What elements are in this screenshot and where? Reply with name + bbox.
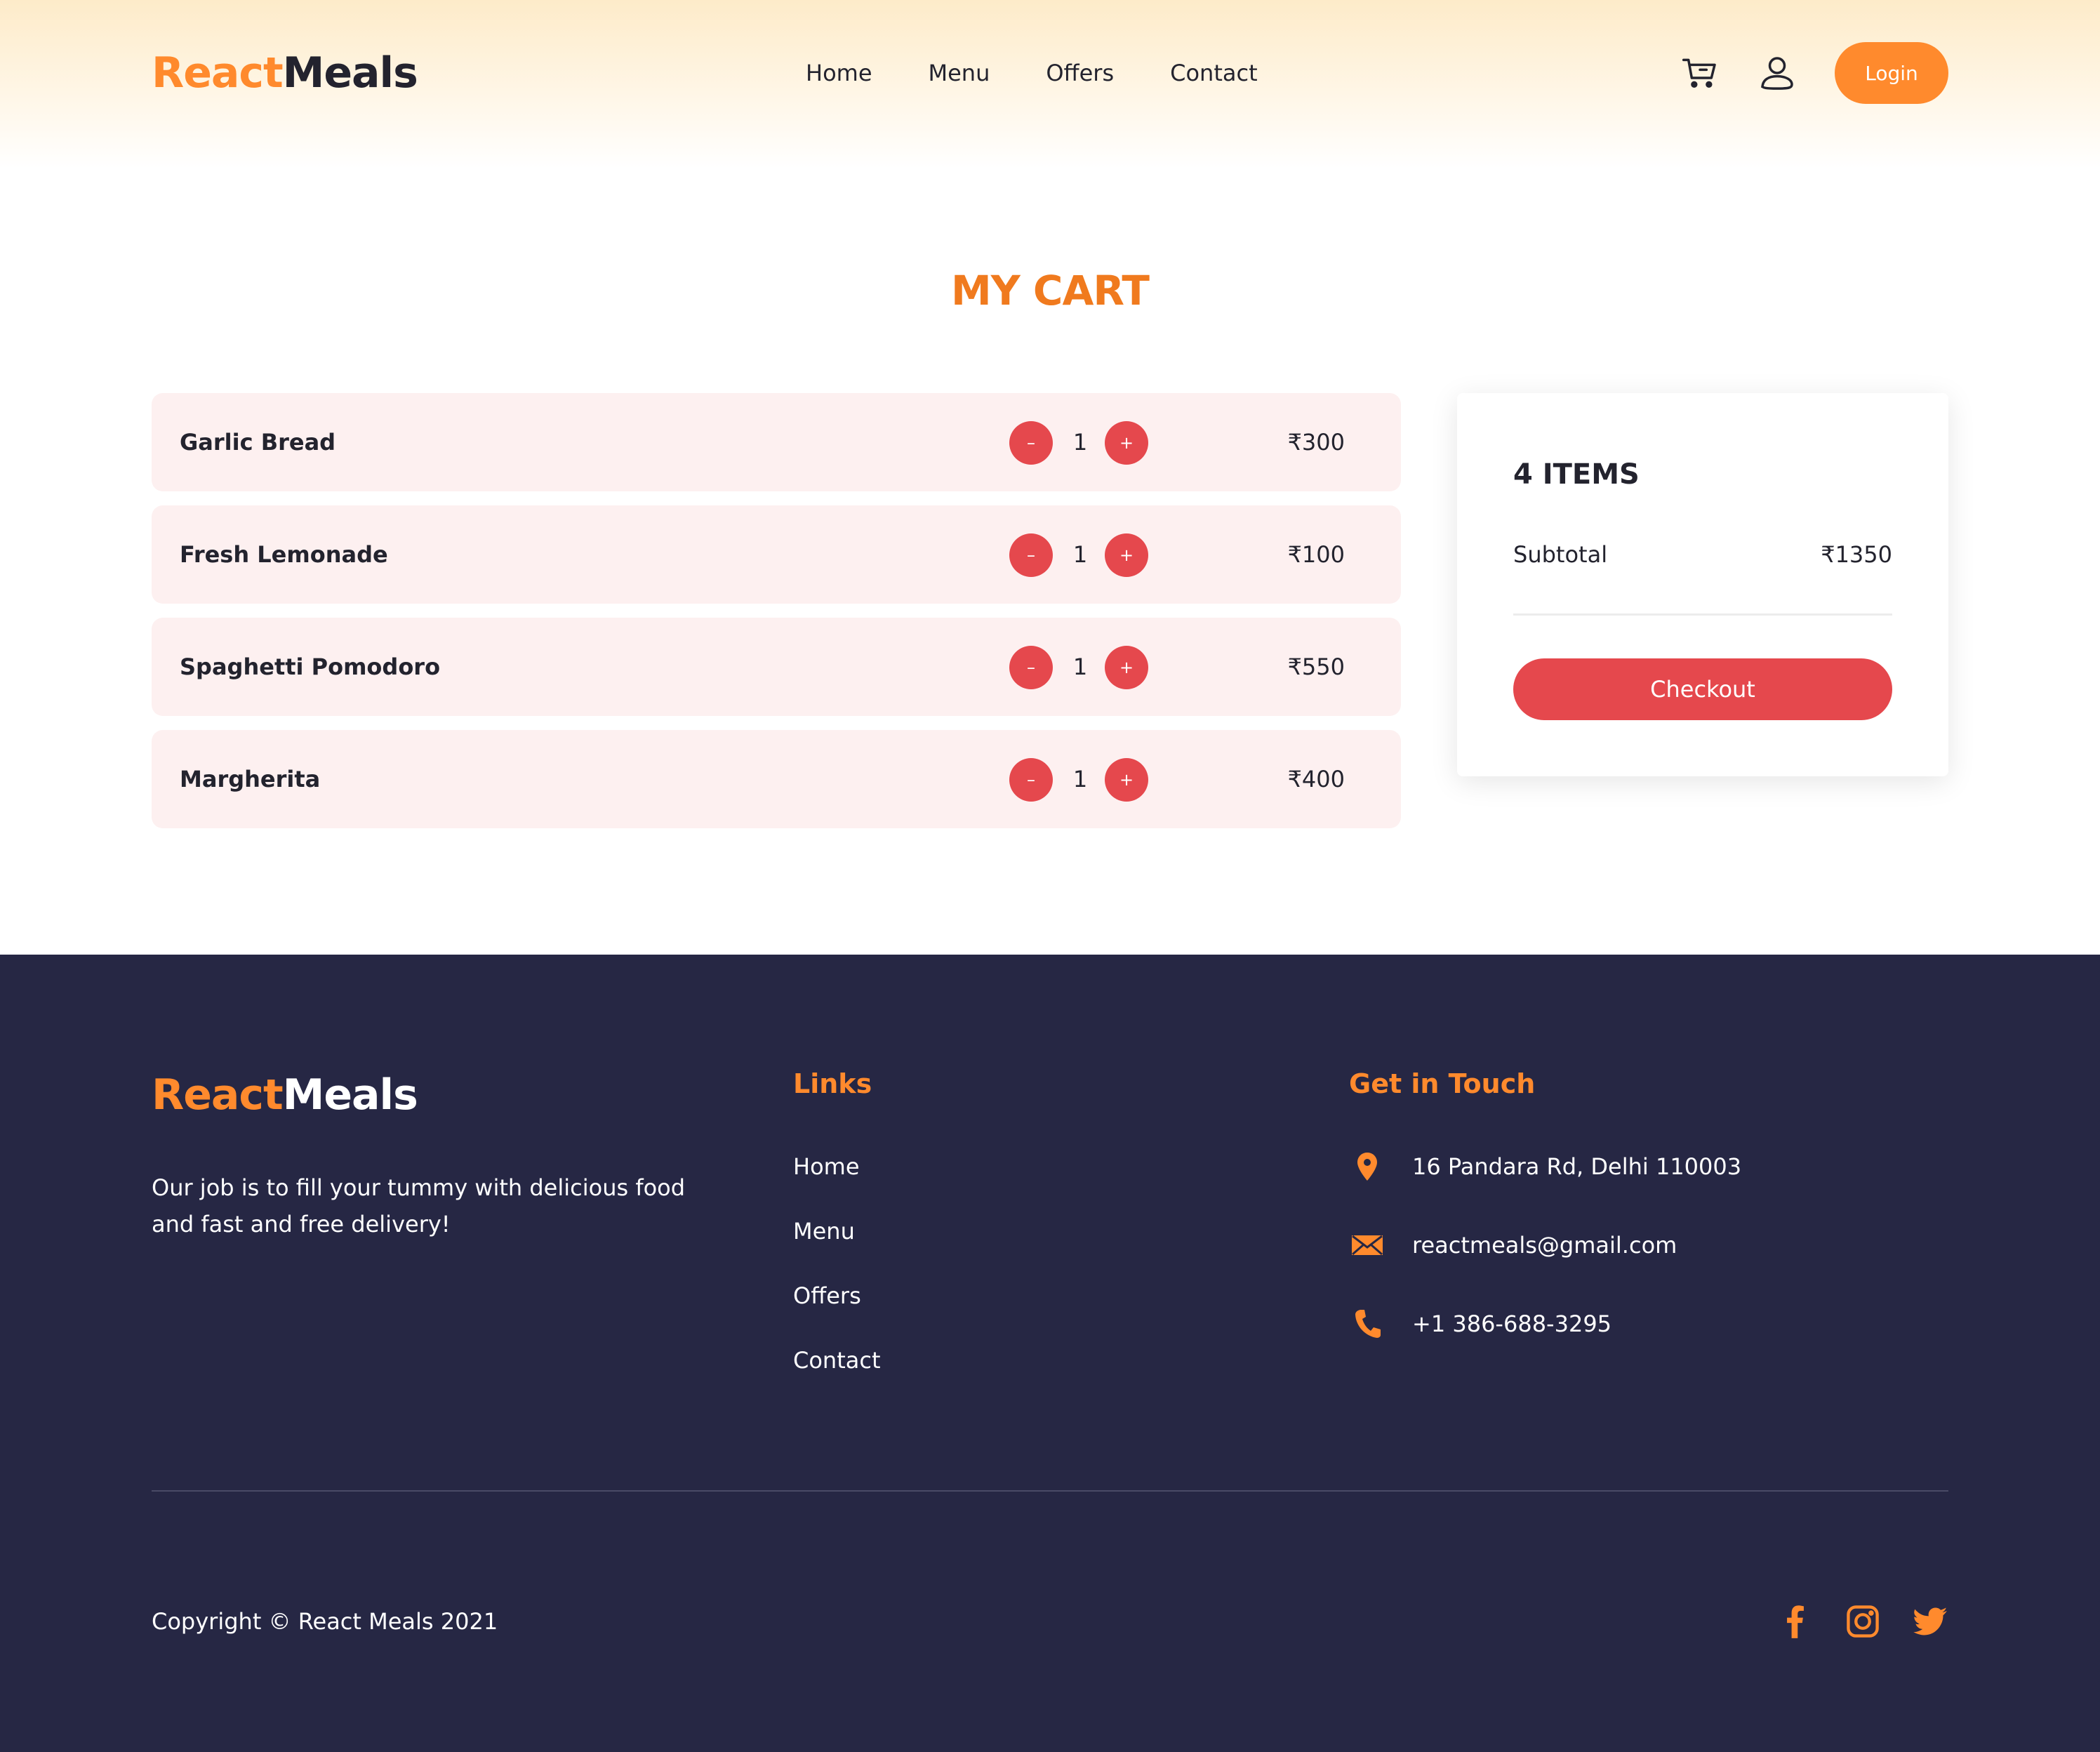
contact-address-text: 16 Pandara Rd, Delhi 110003 [1412,1153,1742,1180]
increase-quantity-button[interactable]: + [1105,533,1148,577]
contact-phone: +1 386-688-3295 [1349,1306,1611,1342]
user-icon[interactable] [1756,52,1798,94]
increase-quantity-button[interactable]: + [1105,646,1148,689]
subtotal-value: ₹1350 [1821,541,1892,568]
contact-email: reactmeals@gmail.com [1349,1227,1677,1263]
decrease-quantity-button[interactable]: – [1009,421,1053,465]
location-pin-icon [1349,1148,1385,1185]
twitter-icon[interactable] [1909,1600,1951,1642]
page: ReactMeals Home Menu Offers Contact Logi… [0,0,2100,1752]
contact-phone-text[interactable]: +1 386-688-3295 [1412,1307,1611,1341]
footer-logo-part-meals: Meals [282,1070,418,1120]
cart-item-name: Fresh Lemonade [180,541,388,568]
item-count: 4 ITEMS [1513,458,1640,491]
footer-logo-part-react: React [152,1070,284,1120]
summary-divider [1513,613,1892,616]
cart-item-quantity: 1 [1072,541,1088,568]
order-summary-card: 4 ITEMS Subtotal ₹1350 Checkout [1457,393,1948,776]
cart-item-price: ₹400 [1287,766,1345,792]
cart-item-row: Margherita – 1 + ₹400 [152,730,1401,828]
decrease-quantity-button[interactable]: – [1009,533,1053,577]
cart-title: MY CART [951,267,1150,314]
footer-divider [152,1490,1948,1492]
cart-item-name: Garlic Bread [180,429,336,456]
brand-logo[interactable]: ReactMeals [152,45,418,101]
increase-quantity-button[interactable]: + [1105,758,1148,802]
decrease-quantity-button[interactable]: – [1009,758,1053,802]
increase-quantity-button[interactable]: + [1105,421,1148,465]
contact-address: 16 Pandara Rd, Delhi 110003 [1349,1148,1741,1185]
nav-contact-link[interactable]: Contact [1170,56,1258,90]
site-header: ReactMeals Home Menu Offers Contact Logi… [0,0,2100,168]
nav-menu-link[interactable]: Menu [929,56,990,90]
nav-offers-link[interactable]: Offers [1046,56,1114,90]
mail-icon [1349,1227,1385,1263]
main-nav: Home Menu Offers Contact [806,56,1258,90]
footer-tagline: Our job is to fill your tummy with delic… [152,1174,686,1237]
cart-item-price: ₹100 [1287,541,1345,568]
instagram-icon[interactable] [1842,1600,1884,1642]
cart-item-row: Spaghetti Pomodoro – 1 + ₹550 [152,618,1401,716]
phone-icon [1349,1306,1385,1342]
cart-icon[interactable] [1679,52,1721,94]
contact-email-text[interactable]: reactmeals@gmail.com [1412,1228,1677,1262]
cart-item-row: Fresh Lemonade – 1 + ₹100 [152,505,1401,604]
footer-links-title: Links [793,1068,872,1099]
cart-item-name: Spaghetti Pomodoro [180,653,441,680]
cart-item-quantity: 1 [1072,653,1088,680]
footer-brand-logo[interactable]: ReactMeals [152,1067,418,1123]
cart-item-price: ₹550 [1287,653,1345,680]
footer-link-home[interactable]: Home [793,1150,881,1183]
footer-link-offers[interactable]: Offers [793,1279,881,1313]
subtotal-label: Subtotal [1513,541,1608,568]
cart-item-list: Garlic Bread – 1 + ₹300 Fresh Lemonade –… [152,393,1401,842]
cart-item-row: Garlic Bread – 1 + ₹300 [152,393,1401,491]
footer-contact-title: Get in Touch [1349,1068,1536,1099]
decrease-quantity-button[interactable]: – [1009,646,1053,689]
cart-item-quantity: 1 [1072,429,1088,456]
copyright-text: Copyright © React Meals 2021 [152,1608,498,1635]
checkout-button[interactable]: Checkout [1513,658,1892,720]
brand-logo-part-meals: Meals [282,48,418,98]
footer-link-contact[interactable]: Contact [793,1343,881,1377]
nav-home-link[interactable]: Home [806,56,872,90]
login-button[interactable]: Login [1835,42,1948,104]
brand-logo-part-react: React [152,48,284,98]
footer-links-list: Home Menu Offers Contact [793,1150,881,1408]
cart-item-quantity: 1 [1072,766,1088,792]
site-footer: ReactMeals Our job is to fill your tummy… [0,955,2100,1752]
facebook-icon[interactable] [1774,1600,1816,1642]
cart-item-name: Margherita [180,766,321,792]
footer-link-menu[interactable]: Menu [793,1214,881,1248]
cart-item-price: ₹300 [1287,429,1345,456]
